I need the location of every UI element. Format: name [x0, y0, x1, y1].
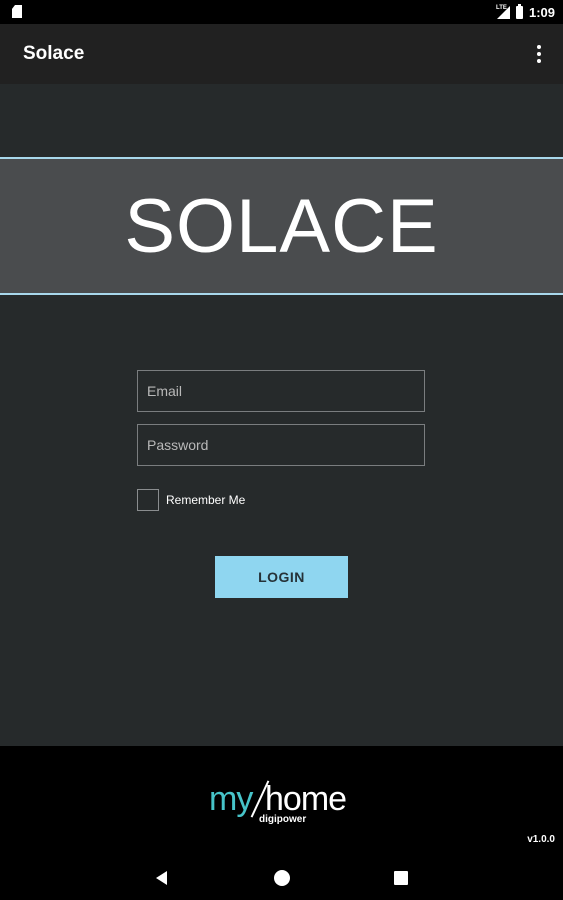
password-field[interactable]	[137, 424, 425, 466]
overflow-dot	[537, 52, 541, 56]
overflow-menu-icon[interactable]	[527, 42, 551, 66]
battery-icon	[515, 3, 523, 19]
recents-icon[interactable]	[394, 871, 408, 885]
home-icon[interactable]	[274, 870, 290, 886]
status-icons: LTE 1:09	[495, 0, 555, 24]
logo-home-text: home	[265, 780, 347, 818]
myhome-logo: my home digipower	[209, 780, 359, 832]
back-icon[interactable]	[156, 871, 167, 885]
version-label: v1.0.0	[527, 834, 555, 845]
overflow-dot	[537, 59, 541, 63]
logo-my-text: my	[209, 780, 253, 818]
network-type-label: LTE	[495, 4, 507, 11]
clock: 1:09	[528, 4, 555, 20]
app-title: Solace	[23, 43, 85, 64]
email-field[interactable]	[137, 370, 425, 412]
app-bar: Solace	[0, 24, 563, 84]
footer: my home digipower v1.0.0	[0, 746, 563, 856]
login-screen: SOLACE Remember Me LOGIN	[0, 84, 563, 746]
remember-me-toggle[interactable]: Remember Me	[137, 489, 245, 511]
sim-card-icon	[12, 5, 22, 18]
logo-sub-text: digipower	[259, 814, 307, 825]
banner-title: SOLACE	[124, 184, 439, 269]
brand-banner: SOLACE	[0, 157, 563, 295]
system-nav-bar	[0, 856, 563, 900]
cell-signal-icon: LTE	[495, 4, 510, 19]
login-button[interactable]: LOGIN	[215, 556, 348, 598]
status-bar: LTE 1:09	[0, 0, 563, 24]
remember-me-label: Remember Me	[166, 493, 246, 507]
overflow-dot	[537, 45, 541, 49]
remember-me-checkbox[interactable]	[137, 489, 159, 511]
